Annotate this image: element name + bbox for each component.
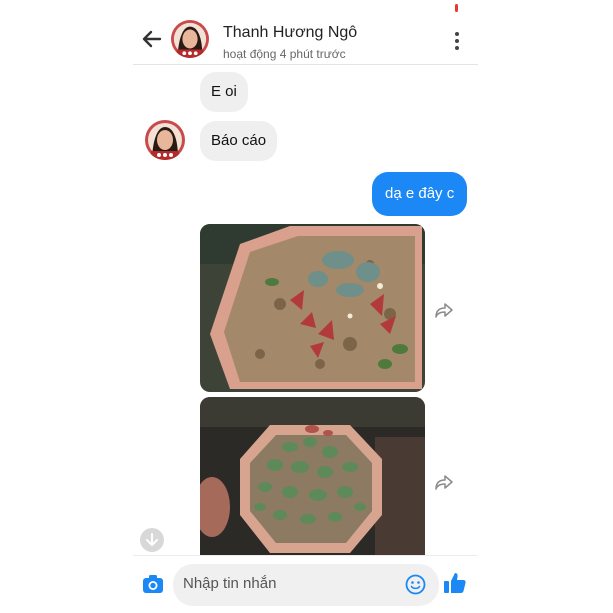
header-divider	[133, 64, 478, 65]
camera-icon[interactable]	[142, 573, 164, 595]
photo-message[interactable]	[200, 397, 425, 555]
contact-status: hoạt động 4 phút trước	[223, 47, 346, 61]
chat-header: Thanh Hương Ngô hoạt động 4 phút trước	[133, 14, 478, 64]
more-vertical-icon[interactable]	[454, 32, 460, 52]
message-bubble-outgoing[interactable]: dạ e đây c	[372, 172, 468, 216]
message-bubble-incoming[interactable]: E oi	[200, 72, 248, 112]
message-input-placeholder: Nhập tin nhắn	[183, 575, 277, 592]
scroll-down-icon[interactable]	[140, 528, 164, 552]
contact-name[interactable]: Thanh Hương Ngô	[223, 24, 357, 42]
photo-message[interactable]	[200, 224, 425, 392]
arrow-left-icon[interactable]	[141, 28, 163, 50]
contact-avatar[interactable]	[171, 20, 209, 58]
share-icon[interactable]	[434, 300, 454, 320]
sender-avatar[interactable]	[145, 120, 185, 160]
thumbs-up-icon[interactable]	[443, 571, 467, 595]
notification-dot	[455, 4, 458, 12]
share-icon[interactable]	[434, 472, 454, 492]
smile-icon[interactable]	[405, 574, 426, 595]
composer-divider	[133, 555, 478, 556]
message-bubble-incoming[interactable]: Báo cáo	[200, 121, 278, 161]
